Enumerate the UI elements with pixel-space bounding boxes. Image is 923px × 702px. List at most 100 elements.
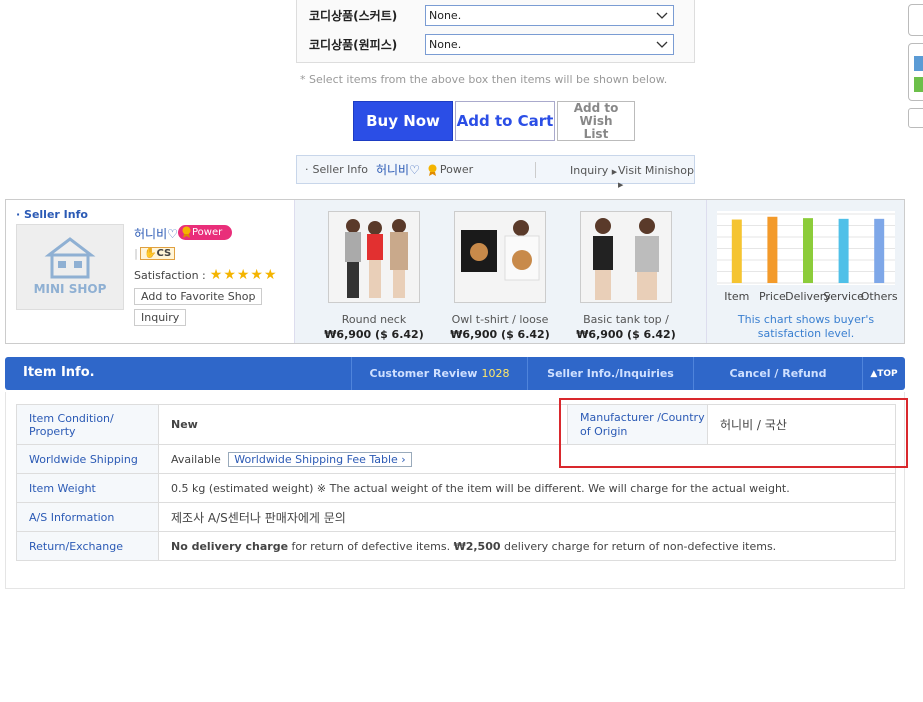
seller-name-link[interactable]: 허니비♡ — [376, 161, 420, 178]
option-label: 코디상품(원피스) — [309, 37, 398, 52]
seller-name[interactable]: 허니비♡ — [134, 225, 178, 242]
shipping-value: Available Worldwide Shipping Fee Table › — [158, 444, 896, 474]
wish-list-label: Add to Wish List — [573, 100, 619, 141]
weight-value: 0.5 kg (estimated weight) ※ The actual w… — [158, 473, 896, 503]
as-label: A/S Information — [16, 502, 159, 532]
product-name[interactable]: Owl t-shirt / loose — [437, 313, 563, 326]
item-info-panel: Item Condition/ Property New Manufacture… — [5, 392, 905, 589]
product-card[interactable]: Round neck ₩6,900 ($ 6.42) — [311, 211, 437, 341]
table-row: Return/Exchange No delivery charge for r… — [16, 531, 896, 561]
seller-info-section: · Seller Info MINI SHOP 허니비♡ Power | ✋CS… — [5, 199, 905, 344]
return-text-1: for return of defective items. — [288, 539, 454, 553]
product-name[interactable]: Basic tank top / — [563, 313, 689, 326]
chart-x-label: Price — [759, 290, 786, 303]
option-note: * Select items from the above box then i… — [300, 73, 668, 86]
tab-bar: Item Info. Customer Review 1028 Seller I… — [5, 357, 905, 390]
option-panel: 코디상품(스커트) None. 코디상품(원피스) None. — [296, 0, 695, 63]
weight-label: Item Weight — [16, 473, 159, 503]
model-photo-icon — [581, 212, 671, 302]
chart-bar-item — [731, 219, 742, 283]
seller-bar: · Seller Info 허니비♡ Power Inquiry ▶ Visit… — [296, 155, 695, 189]
caret-right-icon: ▶ — [611, 168, 618, 176]
minishop-logo[interactable]: MINI SHOP — [16, 224, 124, 310]
seller-info-title-text: Seller Info — [24, 208, 88, 221]
table-row: Item Condition/ Property New Manufacture… — [16, 404, 896, 445]
inquiry-button[interactable]: Inquiry — [134, 309, 187, 326]
satisfaction-chart-panel: Item Price Delivery Service Others This char… — [706, 200, 904, 343]
shipping-label: Worldwide Shipping — [16, 444, 159, 474]
option-row-dress: 코디상품(원피스) None. — [309, 33, 674, 55]
condition-label: Item Condition/ Property — [16, 404, 159, 445]
power-badge-label: Power — [192, 227, 223, 238]
related-products: Round neck ₩6,900 ($ 6.42) Owl t-shirt /… — [294, 200, 706, 343]
satisfaction-chart — [717, 211, 895, 285]
model-photo-icon — [455, 212, 545, 302]
return-value: No delivery charge for return of defecti… — [158, 531, 896, 561]
tab-seller-inquiries[interactable]: Seller Info./Inquiries — [527, 357, 693, 390]
as-value: 제조사 A/S센터나 판매자에게 문의 — [158, 502, 896, 532]
bullet-icon: · — [305, 163, 309, 176]
seller-bar-label: Seller Info — [312, 163, 368, 176]
seller-info-title: · Seller Info — [16, 208, 88, 221]
manufacturer-value: 허니비 / 국산 — [707, 404, 896, 445]
divider — [535, 162, 536, 178]
model-photo-icon — [329, 212, 419, 302]
medal-icon — [428, 164, 437, 176]
cs-badge: | ✋CS — [134, 247, 176, 260]
product-image[interactable] — [328, 211, 420, 303]
option-label: 코디상품(스커트) — [309, 8, 398, 23]
green-swatch — [914, 77, 923, 92]
chart-bar-others — [874, 218, 885, 283]
chevron-down-icon — [656, 41, 668, 48]
chevron-down-icon — [656, 12, 668, 19]
review-count: 1028 — [481, 367, 510, 380]
visit-minishop-link[interactable]: Visit Minishop ▶ — [618, 164, 694, 190]
add-favorite-shop-button[interactable]: Add to Favorite Shop — [134, 288, 263, 305]
condition-value-text: New — [171, 418, 198, 431]
product-image[interactable] — [580, 211, 672, 303]
top-button[interactable]: ▲TOP — [862, 357, 905, 390]
tab-item-info[interactable]: Item Info. — [23, 365, 95, 380]
inquiry-link[interactable]: Inquiry ▶ — [570, 164, 617, 177]
manufacturer-label: Manufacturer /Country of Origin — [567, 404, 708, 445]
product-price: ₩6,900 ($ 6.42) — [576, 328, 676, 341]
tab-customer-review[interactable]: Customer Review 1028 — [351, 357, 527, 390]
product-card[interactable]: Owl t-shirt / loose ₩6,900 ($ 6.42) — [437, 211, 563, 341]
tab-cancel-refund[interactable]: Cancel / Refund — [693, 357, 862, 390]
minishop-text: MINI SHOP — [33, 282, 107, 296]
product-card[interactable]: Basic tank top / ₩6,900 ($ 6.42) — [563, 211, 689, 341]
chart-bar-delivery — [803, 218, 813, 283]
table-row: A/S Information 제조사 A/S센터나 판매자에게 문의 — [16, 502, 896, 532]
option-select-skirt[interactable]: None. — [425, 4, 674, 26]
house-icon — [44, 237, 96, 279]
cs-badge-label: CS — [156, 248, 172, 259]
medal-icon — [182, 226, 191, 238]
side-widget-small[interactable] — [908, 108, 923, 128]
product-image[interactable] — [454, 211, 546, 303]
add-to-cart-button[interactable]: Add to Cart — [455, 101, 555, 141]
visit-minishop-label: Visit Minishop — [618, 164, 694, 177]
chart-caption: This chart shows buyer's satisfaction le… — [737, 313, 875, 340]
product-price: ₩6,900 ($ 6.42) — [324, 328, 424, 341]
star-rating-icon: ★★★★★ — [209, 267, 278, 283]
satisfaction: Satisfaction : ★★★★★ — [134, 267, 278, 283]
buy-now-button[interactable]: Buy Now — [353, 101, 453, 141]
chart-x-label: Item — [724, 290, 749, 303]
side-widget[interactable] — [908, 4, 923, 36]
caret-right-icon: ▶ — [618, 181, 624, 189]
add-to-wish-list-button[interactable]: Add to Wish List — [557, 101, 635, 141]
power-label: Power — [439, 163, 474, 176]
chart-x-label: Service — [823, 290, 864, 303]
option-select-value: None. — [429, 8, 462, 22]
side-widget-colors[interactable] — [908, 43, 923, 101]
tab-customer-review-label: Customer Review — [369, 367, 478, 380]
product-price: ₩6,900 ($ 6.42) — [450, 328, 550, 341]
cs-badge-box: ✋CS — [140, 247, 176, 260]
shipping-fee-table-button[interactable]: Worldwide Shipping Fee Table › — [228, 451, 412, 467]
return-free-text: No delivery charge — [171, 539, 289, 553]
product-name[interactable]: Round neck — [311, 313, 437, 326]
item-info-table: Item Condition/ Property New Manufacture… — [16, 404, 896, 561]
condition-value: New — [158, 404, 568, 445]
option-select-dress[interactable]: None. — [425, 33, 674, 55]
shipping-status: Available — [171, 452, 221, 466]
